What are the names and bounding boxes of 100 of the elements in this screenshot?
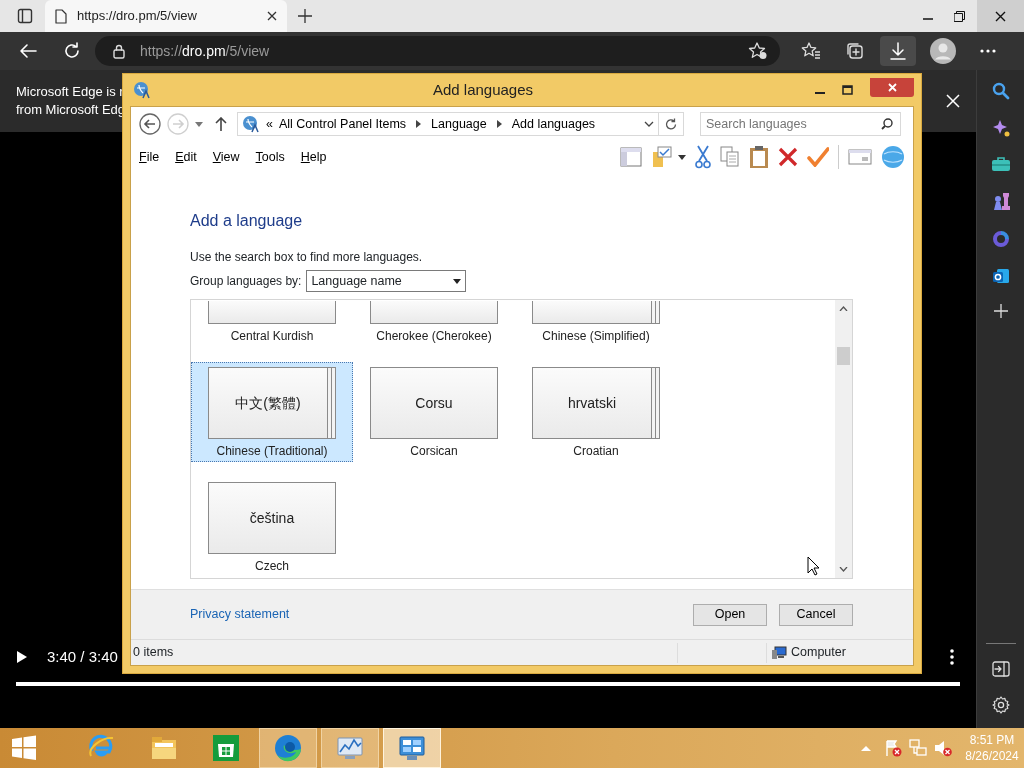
maximize-icon[interactable]	[842, 85, 853, 95]
hint-text: Use the search box to find more languages.	[190, 249, 424, 266]
menu-item[interactable]: View	[212, 147, 240, 167]
group-dropdown[interactable]: Language name	[306, 270, 467, 292]
address-bar[interactable]: « All Control Panel Items Language Add languages	[237, 112, 659, 136]
playback-time: 3:40 / 3:40	[47, 646, 118, 667]
breadcrumb-item[interactable]: Add languages	[511, 114, 596, 134]
control-panel-icon	[398, 734, 426, 762]
search-field[interactable]: Search languages	[700, 112, 901, 136]
privacy-link[interactable]: Privacy statement	[190, 605, 290, 624]
store-icon	[212, 734, 240, 762]
language-tile[interactable]	[370, 301, 498, 324]
checkmark-icon[interactable]	[807, 147, 829, 167]
status-text: 0 items	[133, 644, 174, 662]
language-name: Croatian	[573, 444, 619, 459]
restore-icon[interactable]	[954, 10, 965, 22]
scroll-down-icon[interactable]	[839, 567, 848, 572]
close-button[interactable]	[870, 78, 914, 97]
tab-actions-icon[interactable]	[17, 8, 33, 24]
overflow-marker[interactable]: «	[266, 114, 273, 134]
more-icon[interactable]	[950, 649, 954, 665]
scrollbar[interactable]	[835, 300, 852, 578]
clipboard-icon[interactable]	[749, 145, 769, 169]
briefcase-icon[interactable]	[990, 156, 1011, 172]
lock-icon	[113, 43, 125, 59]
menu-item[interactable]: Tools	[255, 147, 285, 167]
menu-item[interactable]: File	[139, 147, 160, 167]
breadcrumb-item[interactable]: Language	[431, 114, 487, 134]
scroll-up-icon[interactable]	[839, 306, 848, 311]
profile-icon[interactable]	[930, 38, 956, 64]
native-name: Corsu	[415, 393, 453, 413]
mouse-pointer-icon	[807, 556, 820, 576]
up-icon[interactable]	[215, 117, 227, 131]
outlook-icon[interactable]	[991, 267, 1010, 285]
dialog-button[interactable]: Open	[693, 603, 767, 626]
folder-check-icon[interactable]	[651, 146, 673, 168]
refresh-icon	[665, 118, 677, 130]
language-tile[interactable]: Corsu	[370, 367, 498, 439]
search-icon[interactable]	[991, 82, 1010, 100]
browser-icon	[274, 734, 302, 762]
native-name: čeština	[249, 508, 295, 528]
language-tile[interactable]	[532, 301, 660, 324]
taskbar-button[interactable]	[383, 728, 441, 768]
refresh-icon[interactable]	[63, 42, 81, 60]
taskbar-button[interactable]	[259, 728, 317, 768]
selected-language[interactable]: 中文(繁體) Chinese (Traditional)	[191, 362, 353, 462]
back-icon[interactable]	[139, 113, 161, 135]
new-tab-icon[interactable]	[298, 9, 312, 23]
close-icon	[887, 83, 897, 92]
refresh-button[interactable]	[659, 112, 684, 136]
search-icon[interactable]	[881, 118, 893, 130]
scrollbar-thumb[interactable]	[837, 347, 850, 365]
delete-icon[interactable]	[778, 147, 798, 167]
close-icon	[995, 10, 1006, 22]
caret-icon	[453, 278, 462, 284]
flag-icon[interactable]	[884, 739, 902, 757]
menu-item[interactable]: Edit	[175, 147, 197, 167]
chevron-right-icon[interactable]	[496, 120, 502, 128]
page-icon	[55, 8, 67, 24]
folder-icon	[150, 734, 178, 762]
language-name: Czech	[255, 559, 289, 574]
sidebar-toggle-icon[interactable]	[991, 661, 1010, 677]
favorite-add-icon[interactable]	[748, 42, 768, 60]
start-icon[interactable]	[11, 735, 37, 761]
group-label: Group languages by:	[190, 273, 302, 290]
globe-icon[interactable]	[881, 145, 905, 169]
status-text: Computer	[791, 644, 847, 662]
address-field[interactable]: https://dro.pm/5/view	[95, 36, 780, 66]
native-name: 中文(繁體)	[235, 393, 301, 413]
close-icon[interactable]	[267, 11, 277, 21]
language-icon[interactable]	[133, 81, 151, 99]
downloads-button[interactable]	[880, 36, 916, 66]
caret-icon[interactable]	[678, 154, 686, 160]
page-heading: Add a language	[190, 211, 304, 231]
language-tile[interactable]	[208, 301, 336, 324]
language-name: Chinese (Traditional)	[216, 444, 328, 459]
chevron-right-icon[interactable]	[416, 120, 422, 128]
chevron-down-icon[interactable]	[644, 121, 654, 127]
close-button[interactable]	[977, 0, 1024, 32]
language-tile[interactable]: čeština	[208, 482, 336, 554]
window-title: Add languages	[431, 79, 535, 100]
volume-muted-icon[interactable]	[934, 739, 952, 757]
language-name: Cherokee (Cherokee)	[376, 329, 492, 344]
dialog-button[interactable]: Cancel	[779, 603, 853, 626]
play-icon[interactable]	[16, 650, 28, 664]
more-icon[interactable]	[980, 49, 996, 53]
scissors-icon[interactable]	[695, 145, 711, 169]
computer-icon	[771, 645, 787, 660]
browser-tab[interactable]: https://dro.pm/5/view	[45, 0, 287, 32]
sparkle-icon[interactable]	[991, 119, 1010, 137]
language-icon	[242, 115, 260, 133]
menu-item[interactable]: Help	[300, 147, 327, 167]
add-icon[interactable]	[993, 304, 1008, 318]
settings-icon[interactable]	[991, 696, 1010, 714]
breadcrumb-item[interactable]: All Control Panel Items	[278, 114, 407, 134]
language-name: Central Kurdish	[230, 329, 314, 344]
favorites-icon[interactable]	[801, 42, 821, 60]
collections-icon[interactable]	[846, 42, 864, 60]
download-icon	[890, 42, 906, 60]
native-name: hrvatski	[567, 393, 617, 413]
